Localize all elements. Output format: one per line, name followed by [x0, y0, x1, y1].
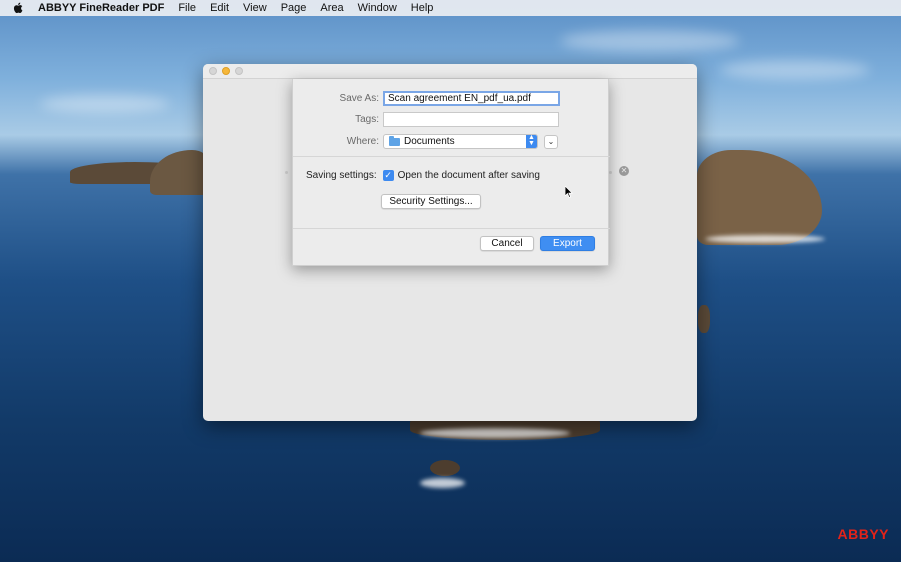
rock	[430, 460, 460, 476]
abbyy-watermark-logo: ABBYY	[837, 526, 889, 542]
menu-bar: ABBYY FineReader PDF File Edit View Page…	[0, 0, 901, 16]
cloud	[720, 60, 870, 80]
surf	[420, 428, 570, 438]
saving-settings-label: Saving settings:	[306, 170, 377, 181]
divider-dot	[609, 171, 612, 174]
checkmark-icon: ✓	[384, 170, 392, 180]
surf	[420, 478, 465, 488]
divider	[293, 156, 610, 157]
zoom-window-button[interactable]	[235, 67, 243, 75]
cancel-button[interactable]: Cancel	[480, 236, 534, 251]
tags-input[interactable]	[383, 112, 559, 127]
window-titlebar[interactable]	[203, 64, 697, 79]
menu-edit[interactable]: Edit	[210, 2, 229, 14]
cloud	[40, 95, 170, 113]
left-headland	[150, 150, 210, 195]
where-label: Where:	[346, 136, 379, 147]
chevron-down-icon: ⌄	[547, 136, 555, 146]
up-down-chevron-icon: ▲ ▼	[526, 134, 537, 148]
right-headland	[697, 150, 822, 245]
menu-page[interactable]: Page	[281, 2, 307, 14]
mouse-pointer-icon	[565, 186, 573, 198]
tags-label: Tags:	[355, 114, 379, 125]
save-as-label: Save As:	[339, 93, 379, 104]
minimize-window-button[interactable]	[222, 67, 230, 75]
apple-logo-icon[interactable]	[12, 2, 24, 14]
close-window-button[interactable]	[209, 67, 217, 75]
folder-icon	[389, 135, 400, 146]
open-after-saving-label[interactable]: Open the document after saving	[398, 170, 540, 181]
where-popup[interactable]: Documents ▲ ▼	[383, 134, 538, 149]
menu-view[interactable]: View	[243, 2, 267, 14]
divider	[293, 228, 610, 229]
menu-area[interactable]: Area	[320, 2, 343, 14]
filename-input[interactable]: Scan agreement EN_pdf_ua.pdf	[383, 91, 560, 106]
divider-dot	[285, 171, 288, 174]
where-value: Documents	[404, 136, 455, 147]
export-button[interactable]: Export	[540, 236, 595, 251]
menu-file[interactable]: File	[178, 2, 196, 14]
menu-help[interactable]: Help	[411, 2, 434, 14]
menu-window[interactable]: Window	[358, 2, 397, 14]
security-settings-button[interactable]: Security Settings...	[381, 194, 481, 209]
expand-button[interactable]: ⌄	[544, 134, 558, 149]
menu-app-name[interactable]: ABBYY FineReader PDF	[38, 2, 164, 14]
rock	[698, 305, 710, 333]
open-after-saving-checkbox[interactable]: ✓	[382, 170, 394, 181]
cloud	[560, 30, 740, 52]
save-dialog: Save As: Scan agreement EN_pdf_ua.pdf Ta…	[292, 79, 610, 266]
close-circle-icon[interactable]: ✕	[619, 166, 629, 176]
surf	[705, 235, 825, 243]
